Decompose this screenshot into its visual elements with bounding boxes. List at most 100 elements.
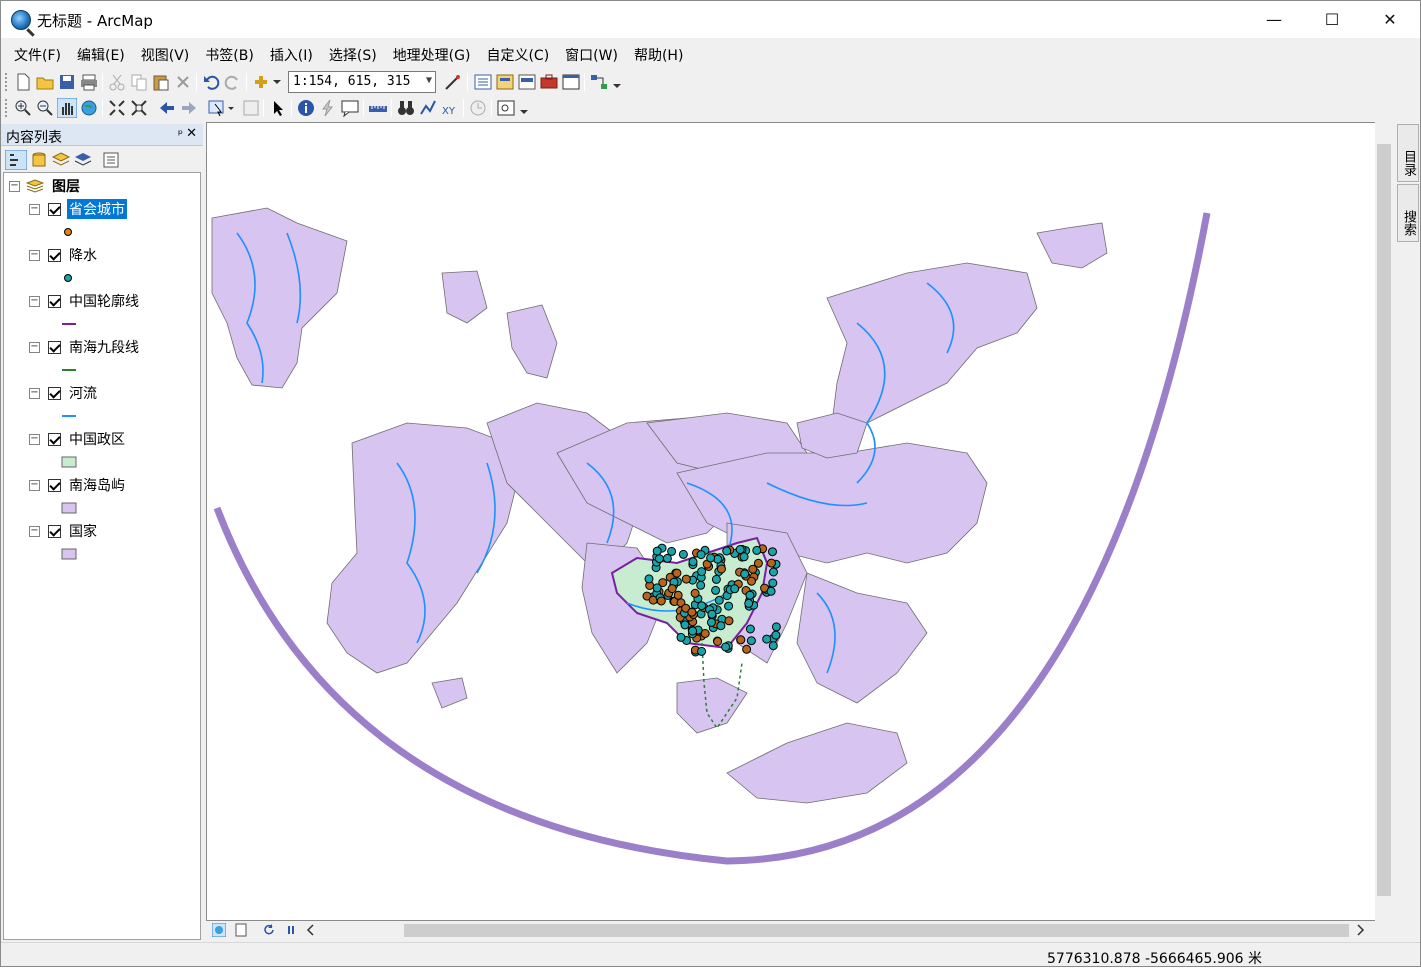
layer-row[interactable]: − 省会城市 [29,198,128,220]
menu-selection[interactable]: 选择(S) [321,41,385,67]
menu-file[interactable]: 文件(F) [6,41,69,67]
scrollbar-thumb[interactable] [1377,144,1391,896]
layer-row[interactable]: − 河流 [29,383,99,403]
menu-bookmarks[interactable]: 书签(B) [197,41,262,67]
search-window-icon[interactable] [517,72,537,92]
python-window-icon[interactable] [561,72,581,92]
table-of-contents-icon[interactable] [473,72,493,92]
data-view-icon[interactable] [212,923,226,937]
layer-name[interactable]: 省会城市 [66,198,128,220]
layer-name[interactable]: 河流 [67,383,99,403]
select-elements-arrow-icon[interactable] [268,98,288,118]
pause-drawing-icon[interactable] [284,923,298,937]
layer-name[interactable]: 南海岛屿 [67,475,127,495]
map-vertical-scrollbar[interactable] [1375,122,1393,921]
layer-row[interactable]: − 国家 [29,521,99,541]
menu-view[interactable]: 视图(V) [133,41,198,67]
layer-row[interactable]: − 中国轮廓线 [29,291,141,311]
copy-icon[interactable] [129,72,149,92]
delete-icon[interactable] [173,72,193,92]
layer-visibility-checkbox[interactable] [48,478,61,492]
toolbar-grip[interactable] [5,73,8,91]
modelbuilder-icon[interactable] [589,72,609,92]
collapse-toggle[interactable]: − [29,433,40,445]
auto-hide-pin-icon[interactable]: ᵖ [178,127,183,141]
hyperlink-lightning-icon[interactable] [318,98,338,118]
editor-toolbar-icon[interactable] [443,72,463,92]
identify-info-icon[interactable] [296,98,316,118]
pan-hand-icon[interactable] [57,98,77,118]
back-arrow-icon[interactable] [157,98,177,118]
toc-options-icon[interactable] [101,150,121,170]
full-extent-globe-icon[interactable] [79,98,99,118]
go-to-xy-icon[interactable]: XY [440,98,460,118]
list-by-drawing-order-icon[interactable] [5,150,27,170]
list-by-selection-icon[interactable] [73,150,93,170]
measure-ruler-icon[interactable] [368,98,388,118]
layer-name[interactable]: 降水 [67,245,99,265]
layer-row[interactable]: − 中国政区 [29,429,127,449]
collapse-toggle[interactable]: − [29,479,40,491]
menu-help[interactable]: 帮助(H) [626,41,691,67]
find-route-icon[interactable] [418,98,438,118]
catalog-tab[interactable]: 目录 [1397,124,1419,182]
collapse-toggle[interactable]: − [29,249,40,261]
toolbar-grip[interactable] [5,99,8,117]
layer-name[interactable]: 中国轮廓线 [67,291,141,311]
time-slider-icon[interactable] [468,98,488,118]
menu-edit[interactable]: 编辑(E) [69,41,133,67]
html-popup-icon[interactable] [340,98,360,118]
maximize-button[interactable]: ☐ [1303,1,1361,38]
select-features-icon[interactable] [207,98,235,118]
layer-name[interactable]: 中国政区 [67,429,127,449]
layer-row[interactable]: − 南海岛屿 [29,475,127,495]
map-display[interactable] [206,122,1393,921]
refresh-icon[interactable] [262,923,276,937]
collapse-toggle[interactable]: − [29,341,40,353]
collapse-toggle[interactable]: − [9,180,20,192]
layer-visibility-checkbox[interactable] [48,386,61,400]
layer-name[interactable]: 国家 [67,521,99,541]
redo-icon[interactable] [223,72,243,92]
scroll-left-icon[interactable] [304,923,318,937]
layer-visibility-checkbox[interactable] [48,202,61,216]
fixed-zoom-out-icon[interactable] [129,98,149,118]
layer-row[interactable]: − 南海九段线 [29,337,141,357]
map-canvas[interactable] [207,123,1393,921]
layer-visibility-checkbox[interactable] [48,248,61,262]
layers-root-row[interactable]: − 图层 [9,176,82,196]
clear-selection-icon[interactable] [241,98,261,118]
close-icon[interactable]: ✕ [186,126,197,141]
menu-windows[interactable]: 窗口(W) [557,41,626,67]
zoom-in-icon[interactable] [13,98,33,118]
layer-row[interactable]: − 降水 [29,245,99,265]
cut-icon[interactable] [107,72,127,92]
find-binoculars-icon[interactable] [396,98,416,118]
paste-icon[interactable] [151,72,171,92]
zoom-out-icon[interactable] [35,98,55,118]
collapse-toggle[interactable]: − [29,295,40,307]
fixed-zoom-in-icon[interactable] [107,98,127,118]
catalog-window-icon[interactable] [495,72,515,92]
layer-visibility-checkbox[interactable] [48,524,61,538]
layer-name[interactable]: 南海九段线 [67,337,141,357]
chevron-down-icon[interactable]: ▼ [426,75,432,86]
undo-icon[interactable] [201,72,221,92]
menu-customize[interactable]: 自定义(C) [478,41,557,67]
save-icon[interactable] [57,72,77,92]
add-data-icon[interactable] [251,72,283,92]
create-viewer-window-icon[interactable] [496,98,516,118]
layer-visibility-checkbox[interactable] [48,340,61,354]
layout-view-icon[interactable] [234,923,248,937]
list-by-visibility-icon[interactable] [51,150,71,170]
horizontal-scrollbar-thumb[interactable] [404,924,1349,937]
menu-geoprocessing[interactable]: 地理处理(G) [385,41,479,67]
forward-arrow-icon[interactable] [179,98,199,118]
arctoolbox-icon[interactable] [539,72,559,92]
collapse-toggle[interactable]: − [29,387,40,399]
layer-visibility-checkbox[interactable] [48,432,61,446]
search-tab[interactable]: 搜索 [1397,184,1419,242]
open-folder-icon[interactable] [35,72,55,92]
map-scale-combo[interactable]: 1:154, 615, 315 ▼ [288,71,436,93]
close-window-button[interactable]: ✕ [1361,1,1419,38]
